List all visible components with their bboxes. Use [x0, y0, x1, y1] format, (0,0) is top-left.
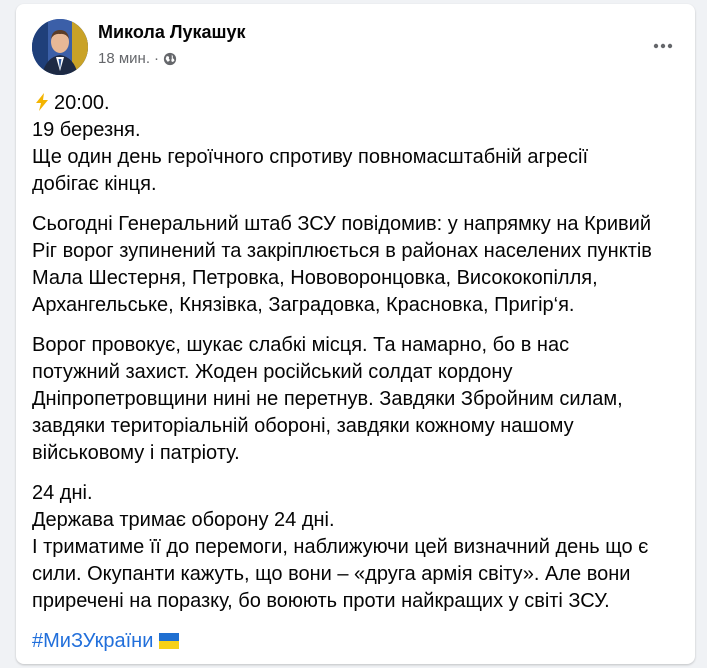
meta-separator: · [154, 50, 159, 67]
post-paragraph-1: 20:00. 19 березня. Ще один день героїчно… [32, 90, 682, 198]
post-line: сили. Окупанти кажуть, що вони – «друга … [32, 563, 631, 585]
post-line: 19 березня. [32, 119, 141, 141]
post-body: 20:00. 19 березня. Ще один день героїчно… [32, 90, 682, 668]
post-line: приречені на поразку, бо воюють проти на… [32, 590, 610, 612]
post-meta: 18 мин. · [98, 50, 177, 67]
post-line: військовому і патріоту. [32, 442, 240, 464]
post-line-text: 20:00. [54, 92, 110, 114]
post-line: Держава тримає оборону 24 дні. [32, 509, 335, 531]
post-line: Дніпропетровщини нині не перетнув. Завдя… [32, 388, 623, 410]
post-line: Архангельське, Князівка, Заградовка, Кра… [32, 294, 575, 316]
post-line: добігає кінця. [32, 173, 157, 195]
hashtag-link[interactable]: #МиЗУкраїни [32, 630, 153, 652]
post-hashtag-line: #МиЗУкраїни [32, 628, 682, 655]
more-options-button[interactable] [649, 32, 677, 60]
post-timestamp[interactable]: 18 мин. [98, 50, 150, 67]
post-line: Сьогодні Генеральний штаб ЗСУ повідомив:… [32, 213, 651, 235]
post-line: Ворог провокує, шукає слабкі місця. Та н… [32, 334, 570, 356]
post-paragraph-2: Сьогодні Генеральний штаб ЗСУ повідомив:… [32, 211, 682, 319]
post-paragraph-4: 24 дні. Держава тримає оборону 24 дні. І… [32, 480, 682, 615]
facebook-post: Микола Лукашук 18 мин. · 20:00. 19 берез… [16, 4, 695, 664]
post-paragraph-3: Ворог провокує, шукає слабкі місця. Та н… [32, 332, 682, 467]
post-line: Мала Шестерня, Петровка, Нововоронцовка,… [32, 267, 598, 289]
globe-icon[interactable] [163, 52, 177, 66]
more-options-icon [653, 43, 673, 49]
lightning-icon [32, 92, 52, 112]
post-line: 20:00. [32, 90, 682, 117]
post-line: Ще один день героїчного спротиву повнома… [32, 146, 589, 168]
post-line: І триматиме її до перемоги, наближуючи ц… [32, 536, 649, 558]
avatar-image [32, 19, 88, 75]
ukraine-flag-icon [159, 630, 180, 649]
author-avatar[interactable] [32, 19, 88, 75]
post-line: завдяки територіальній обороні, завдяки … [32, 415, 574, 437]
post-line: Ріг ворог зупинений та закріплюється в р… [32, 240, 652, 262]
post-header: Микола Лукашук 18 мин. · [16, 4, 695, 84]
author-name[interactable]: Микола Лукашук [98, 22, 246, 43]
post-line: потужний захист. Жоден російський солдат… [32, 361, 513, 383]
post-line: 24 дні. [32, 482, 93, 504]
